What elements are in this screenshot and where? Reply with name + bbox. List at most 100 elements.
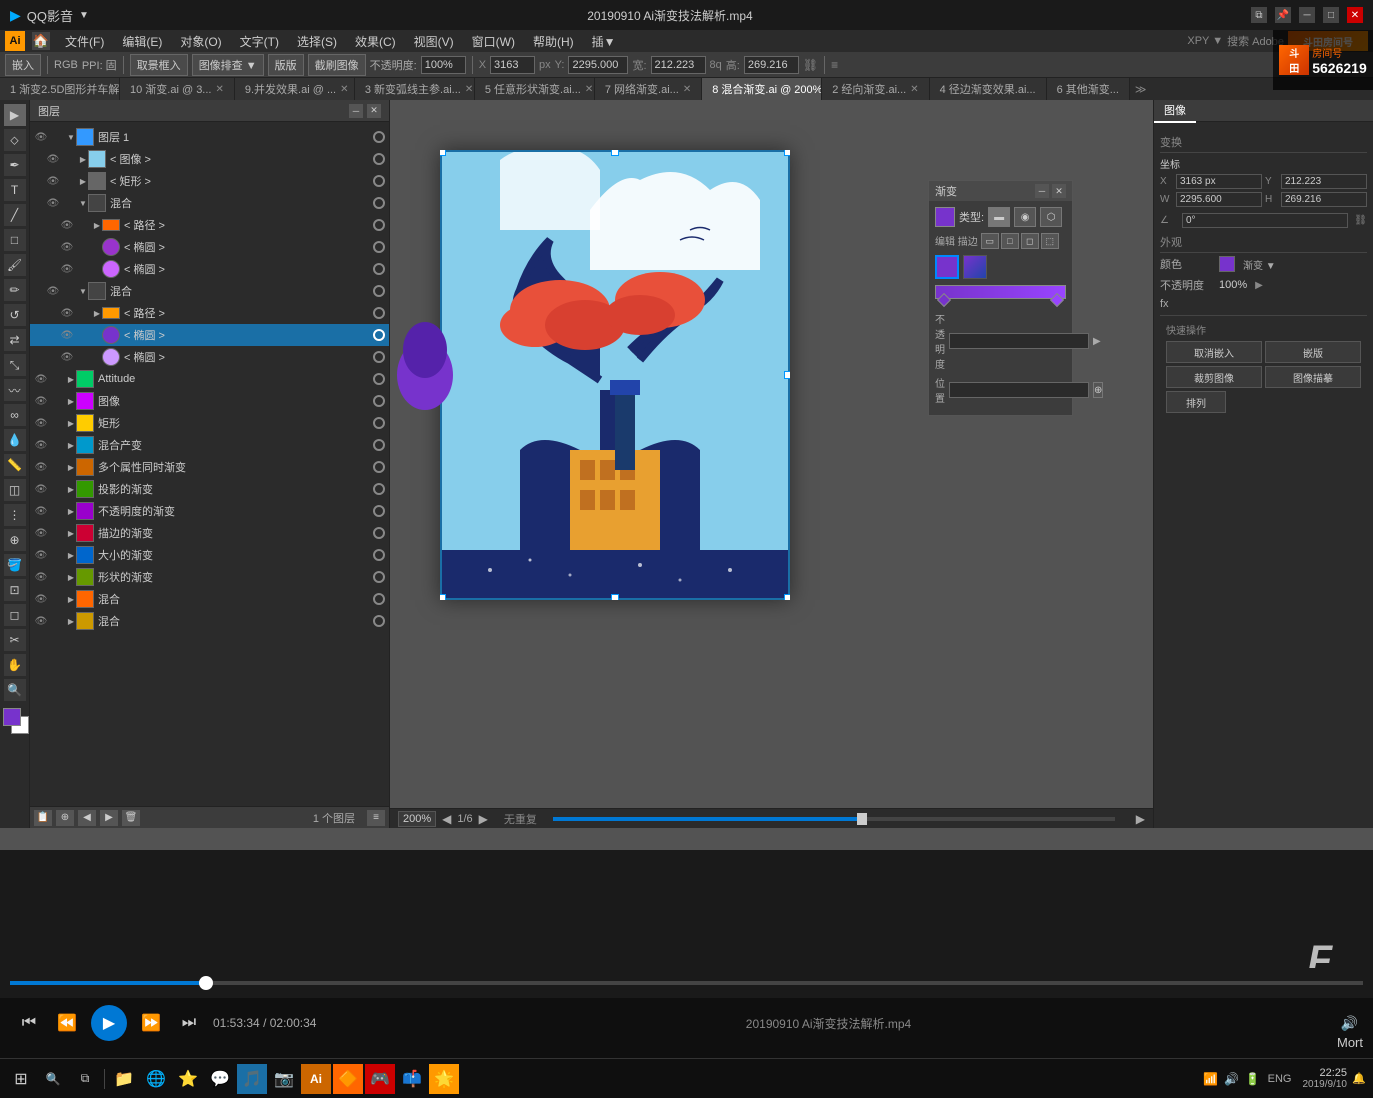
nav-next[interactable]: ▶ — [479, 812, 488, 826]
expand-arrow[interactable]: ▶ — [66, 528, 76, 538]
fill-mode[interactable]: 渐变 ▼ — [1243, 257, 1276, 272]
layer-target[interactable] — [373, 505, 385, 517]
maximize-btn[interactable]: □ — [1323, 7, 1339, 23]
lock-icon[interactable] — [51, 549, 63, 561]
language-btn[interactable]: ENG — [1265, 1073, 1295, 1085]
eye-icon[interactable]: 👁 — [60, 218, 74, 232]
video-forward-btn[interactable]: ⏩ — [137, 1009, 165, 1037]
eye-icon[interactable]: 👁 — [34, 372, 48, 386]
tb-file-explorer[interactable]: 📁 — [109, 1064, 139, 1094]
tab-properties[interactable]: 图像 — [1154, 99, 1196, 123]
layer-row[interactable]: 👁 ▼ 混合 — [30, 280, 389, 302]
time-area[interactable]: 22:25 2019/9/10 — [1303, 1067, 1348, 1090]
expand-arrow[interactable]: ▶ — [66, 484, 76, 494]
lock-icon[interactable] — [51, 593, 63, 605]
close-btn[interactable]: ✕ — [1347, 7, 1363, 23]
expand-arrow[interactable]: ▶ — [92, 220, 102, 230]
lock-icon[interactable] — [77, 307, 89, 319]
linear-gradient-btn[interactable]: ▬ — [988, 207, 1010, 227]
layer-row[interactable]: 👁 ▼ 图层 1 — [30, 126, 389, 148]
eye-icon[interactable]: 👁 — [60, 262, 74, 276]
gradient-color-swatch[interactable] — [935, 207, 955, 227]
eye-icon[interactable]: 👁 — [34, 460, 48, 474]
layer-target[interactable] — [373, 153, 385, 165]
lock-icon[interactable] — [63, 285, 75, 297]
expand-arrow[interactable]: ▶ — [66, 374, 76, 384]
line-tool[interactable]: ╱ — [4, 204, 26, 226]
layer-target[interactable] — [373, 483, 385, 495]
expand-arrow[interactable]: ▶ — [66, 418, 76, 428]
embed-replace-btn[interactable]: 嵌版 — [1265, 341, 1361, 363]
arrange-btn[interactable]: 排列 — [1166, 391, 1226, 413]
eye-icon[interactable]: 👁 — [34, 592, 48, 606]
link-icon[interactable]: ⛓ — [1354, 215, 1367, 226]
gradient-bar-container[interactable] — [935, 285, 1066, 305]
layer-row[interactable]: 👁 ▶ 混合 — [30, 588, 389, 610]
tab-close-8[interactable]: ✕ — [910, 84, 918, 95]
eye-icon[interactable]: 👁 — [46, 196, 60, 210]
replace-btn[interactable]: 版版 — [268, 54, 304, 76]
more-btn[interactable]: ▶ — [1136, 812, 1145, 826]
artboard-progress-bar[interactable] — [553, 817, 1115, 821]
artboard[interactable] — [440, 150, 790, 600]
search-btn-tb[interactable]: 🔍 — [38, 1064, 68, 1094]
window-controls[interactable]: ⧉ 📌 ─ □ ✕ — [1251, 7, 1363, 23]
lock-icon[interactable] — [63, 175, 75, 187]
tb-camera[interactable]: 📷 — [269, 1064, 299, 1094]
layer-row[interactable]: 👁 ▶ 描边的渐变 — [30, 522, 389, 544]
lock-icon[interactable] — [51, 417, 63, 429]
tab-close-5[interactable]: ✕ — [585, 84, 593, 95]
video-prev-btn[interactable]: ⏮ — [15, 1009, 43, 1037]
layer-target[interactable] — [373, 527, 385, 539]
expand-arrow[interactable]: ▼ — [78, 198, 88, 208]
pencil-tool[interactable]: ✏ — [4, 279, 26, 301]
gradient-thumb-2[interactable] — [963, 255, 987, 279]
gradient-opt-4[interactable]: ⬚ — [1041, 233, 1059, 249]
windows-start-btn[interactable]: ⊞ — [6, 1064, 36, 1094]
warp-tool[interactable]: 〰 — [4, 379, 26, 401]
doc-tab-1[interactable]: 1 渐变2.5D图形并车解析.ai ✕ — [0, 78, 120, 100]
menu-object[interactable]: 对象(O) — [172, 31, 229, 52]
eye-icon[interactable]: 👁 — [34, 614, 48, 628]
layer-target[interactable] — [373, 373, 385, 385]
layer-target[interactable] — [373, 395, 385, 407]
menu-edit[interactable]: 编辑(E) — [114, 31, 170, 52]
doc-tab-7[interactable]: 8 混合渐变.ai @ 200% (RGB/GPU 预览) ✕ — [702, 78, 822, 100]
expand-arrow[interactable]: ▶ — [66, 462, 76, 472]
video-progress-track[interactable] — [10, 981, 1363, 985]
x-value[interactable]: 3163 px — [1176, 174, 1262, 189]
expand-arrow[interactable]: ▶ — [78, 176, 88, 186]
selection-tool[interactable]: ▶ — [4, 104, 26, 126]
lock-icon[interactable] — [77, 241, 89, 253]
tb-media[interactable]: 🎵 — [237, 1064, 267, 1094]
lock-icon[interactable] — [51, 439, 63, 451]
live-paint-tool[interactable]: 🪣 — [4, 554, 26, 576]
gradient-thumb-1[interactable] — [935, 255, 959, 279]
direct-select-tool[interactable]: ⬦ — [4, 129, 26, 151]
new-layer-btn[interactable]: ⊕ — [56, 810, 74, 826]
lock-icon[interactable] — [51, 505, 63, 517]
expand-arrow[interactable] — [92, 352, 102, 362]
radial-gradient-btn[interactable]: ◉ — [1014, 207, 1036, 227]
eye-icon[interactable]: 👁 — [34, 482, 48, 496]
lock-icon[interactable] — [51, 571, 63, 583]
doc-tab-8[interactable]: 2 经向渐变.ai... ✕ — [822, 78, 929, 100]
h-value[interactable]: 269.216 — [1281, 192, 1367, 207]
expand-arrow[interactable]: ▶ — [66, 550, 76, 560]
eye-icon[interactable]: 👁 — [34, 394, 48, 408]
nav-prev[interactable]: ◀ — [442, 812, 451, 826]
doc-tab-4[interactable]: 3 新变弧线主参.ai... ✕ — [355, 78, 475, 100]
opacity-value-display[interactable]: 100% — [1219, 279, 1247, 291]
network-icon[interactable]: 📶 — [1202, 1070, 1220, 1088]
prev-btn[interactable]: ◀ — [78, 810, 96, 826]
measure-tool[interactable]: 📏 — [4, 454, 26, 476]
layer-row-selected[interactable]: 👁 < 椭圆 > — [30, 324, 389, 346]
gradient-minimize-btn[interactable]: ─ — [1035, 184, 1049, 198]
layers-menu-btn[interactable]: ≡ — [367, 810, 385, 826]
canvas-area[interactable]: 渐变 ─ ✕ 类型: ▬ ◉ ⬡ 编辑 描边 — [390, 100, 1153, 828]
lock-icon[interactable] — [63, 197, 75, 209]
layer-row[interactable]: 👁 ▼ 混合 — [30, 192, 389, 214]
more-tools[interactable]: ≡ — [831, 58, 838, 72]
tb-bookmark[interactable]: ⭐ — [173, 1064, 203, 1094]
layer-target[interactable] — [373, 593, 385, 605]
